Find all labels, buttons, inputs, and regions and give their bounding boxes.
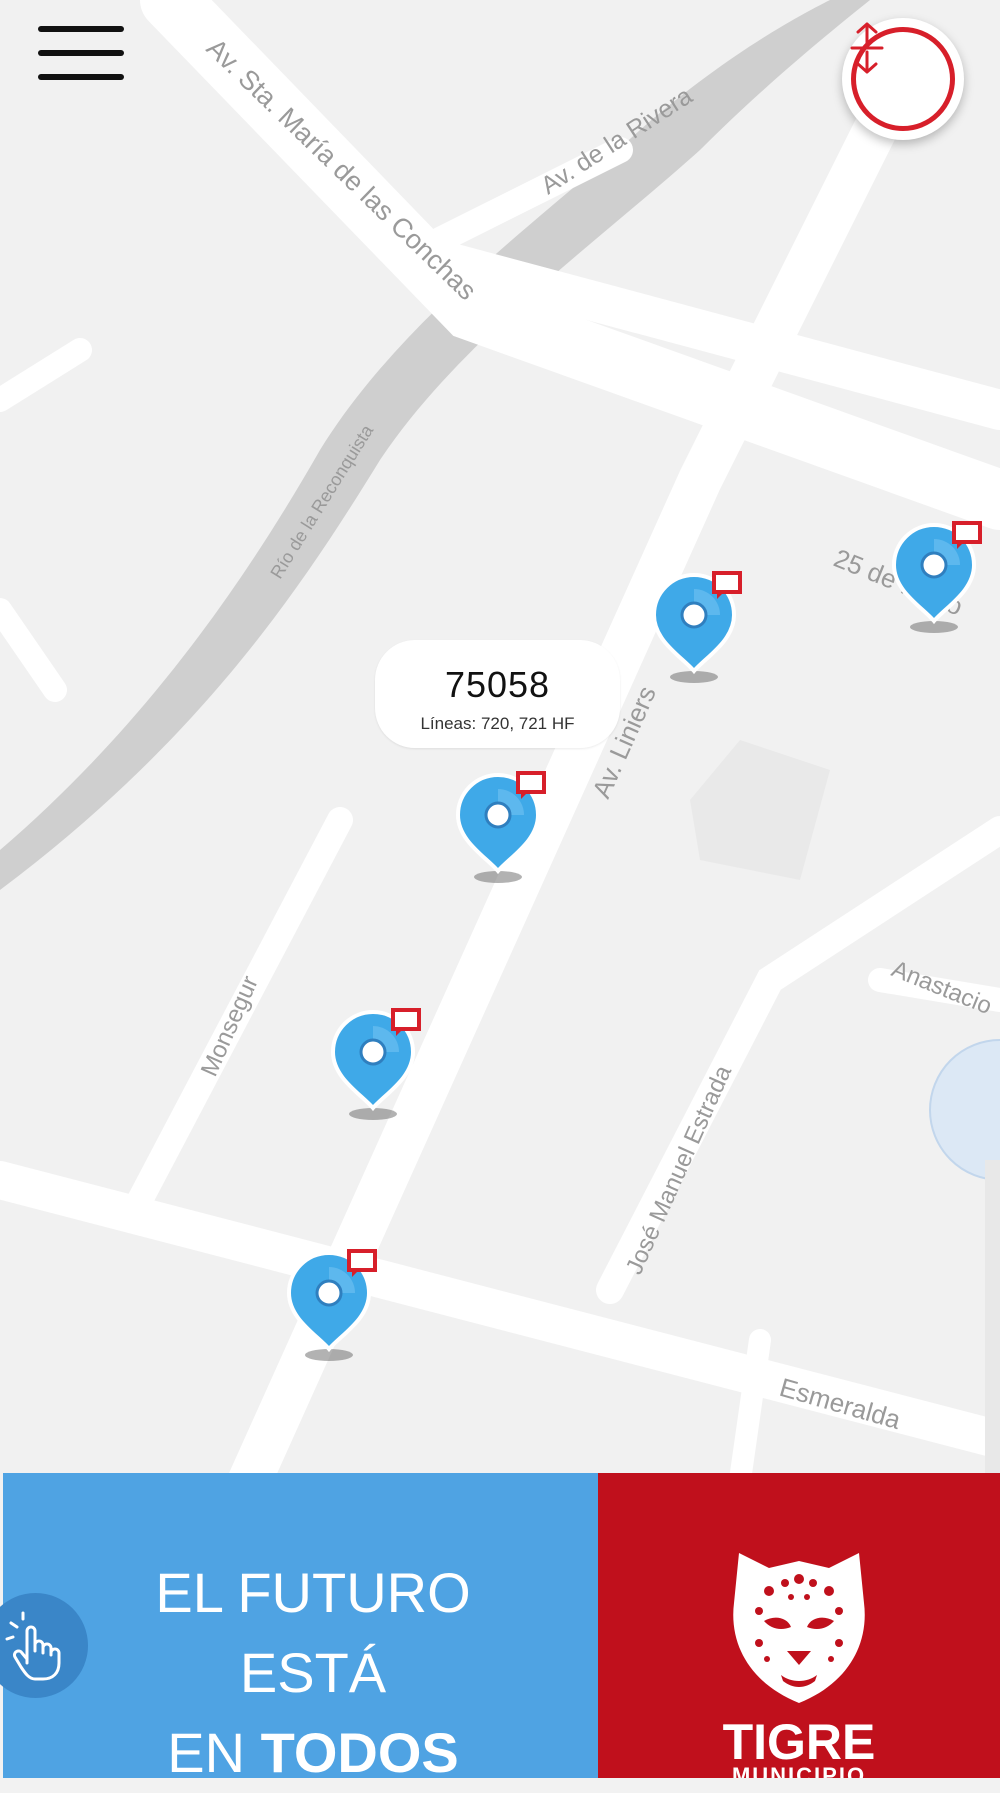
municipal-banner[interactable]: EL FUTURO ESTÁ EN TODOS TIGRE MUNICIPIO (0, 1473, 1000, 1784)
jaguar-logo (733, 1553, 865, 1703)
menu-bar (38, 50, 124, 56)
street-label-estrada: José Manuel Estrada (621, 1061, 738, 1279)
brand-subtitle: MUNICIPIO (731, 1763, 867, 1778)
expand-collapse-button[interactable] (842, 18, 964, 140)
bus-stop-pin-icon (330, 1008, 421, 1120)
bus-stop-pin[interactable] (888, 515, 988, 645)
expand-collapse-ring (850, 22, 955, 131)
map-view[interactable]: Av. Sta. María de las Conchas Av. de la … (0, 0, 1000, 1480)
bus-stop-pin-icon (455, 771, 546, 883)
banner-slogan-panel: EL FUTURO ESTÁ EN TODOS (0, 1473, 598, 1784)
bus-stop-pin-selected[interactable] (452, 765, 552, 895)
menu-bar (38, 74, 124, 80)
bus-stop-pin[interactable] (283, 1243, 383, 1373)
street-label-monsegur: Monsegur (196, 972, 264, 1080)
banner-brand-panel: TIGRE MUNICIPIO (598, 1473, 1000, 1778)
bus-stop-pin-icon (651, 571, 742, 683)
slogan-line-3-light: EN (167, 1721, 261, 1784)
street-label-santa-maria: Av. Sta. María de las Conchas (201, 33, 482, 306)
stop-info-bubble[interactable]: 75058 Líneas: 720, 721 HF (375, 640, 620, 748)
slogan-line-1: EL FUTURO (155, 1561, 471, 1624)
bus-stop-pin-icon (286, 1249, 377, 1361)
banner-slogan: EL FUTURO ESTÁ EN TODOS (63, 1553, 563, 1793)
bus-stop-pin[interactable] (648, 565, 748, 695)
bus-stop-pin-icon (891, 521, 982, 633)
street-label-reconquista: Río de la Reconquista (266, 420, 377, 582)
stop-lines: Líneas: 720, 721 HF (420, 714, 575, 733)
stop-number: 75058 (444, 664, 551, 705)
map-edge-scrollbar[interactable] (985, 1160, 1000, 1480)
slogan-line-2: ESTÁ (239, 1641, 387, 1704)
expand-collapse-arrows-icon (850, 22, 884, 74)
menu-button[interactable] (38, 26, 124, 84)
slogan-line-3-bold: TODOS (260, 1721, 459, 1784)
menu-bar (38, 26, 124, 32)
slogan-line-3: EN TODOS (63, 1713, 563, 1793)
bus-stop-pin[interactable] (327, 1002, 427, 1132)
